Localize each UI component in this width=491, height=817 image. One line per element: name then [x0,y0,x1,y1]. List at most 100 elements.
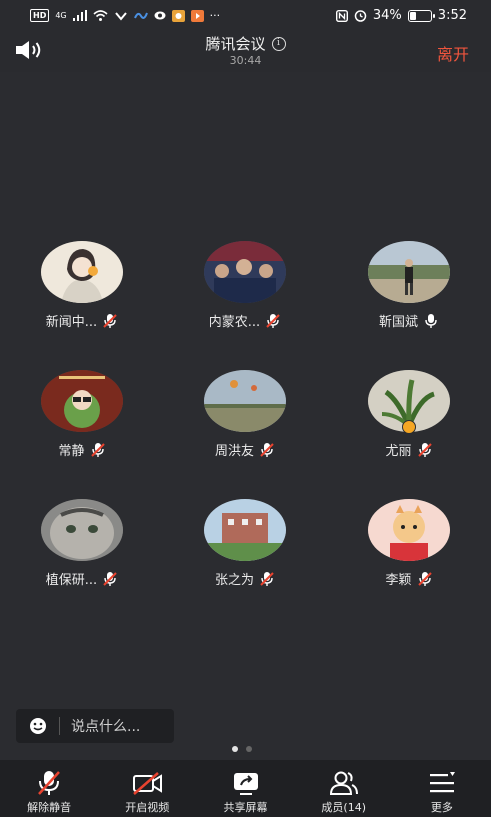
avatar-cartoon-glasses [41,370,123,432]
title-area: 腾讯会议 i 30:44 [0,34,491,68]
participant-label: 植保研... [7,569,157,588]
page-dot-2[interactable] [246,746,252,752]
participant-name: 李颖 [385,573,412,588]
meeting-timer: 30:44 [229,54,262,67]
page-dot-1[interactable] [232,746,238,752]
avatar [368,499,450,561]
participant-name: 新闻中... [45,315,98,330]
video-app-icon [190,9,204,22]
participant-tile[interactable]: 周洪友 [170,370,320,470]
participant-tile[interactable]: 张之为 [170,499,320,599]
mic-muted-icon [417,442,432,457]
signal-icon [72,10,87,21]
leave-button[interactable]: 离开 [437,41,469,65]
mic-muted-icon [266,313,280,328]
avatar-building [204,499,286,561]
alarm-icon [354,10,367,22]
avatar-group-photo [204,241,286,303]
bottom-toolbar: 解除静音 开启视频 共享屏幕 成员(14) 更多 [0,760,491,817]
members-icon [329,771,358,795]
network-type: 4G [55,11,67,20]
eye-app-icon [154,11,166,20]
participant-tile[interactable]: 新闻中... [7,241,157,341]
share-screen-icon [233,773,258,795]
avatar [204,370,286,432]
more-menu-icon [429,772,455,793]
participant-label: 靳国斌 [334,311,484,330]
start-video-label: 开启视频 [125,801,170,814]
hd-badge: HD [30,9,50,22]
mic-muted-icon [103,313,117,328]
participant-label: 常静 [7,440,157,459]
more-label: 更多 [430,801,453,814]
participant-tile[interactable]: 李颖 [334,499,484,599]
avatar-cartoon-girl [41,241,123,303]
participant-tile[interactable]: 内蒙农... [170,241,320,341]
avatar [41,241,123,303]
participant-name: 靳国斌 [378,315,418,330]
avatar-cat [41,499,123,561]
avatar-man-outdoors [368,241,450,303]
members-label: 成员(14) [321,801,366,814]
mic-muted-icon [260,442,274,457]
video-off-icon [133,772,163,795]
participant-name: 张之为 [214,573,254,588]
participant-name: 植保研... [45,573,98,588]
participant-tile[interactable]: 尤丽 [334,370,484,470]
share-screen-label: 共享屏幕 [223,801,268,814]
avatar-balloon-landscape [204,370,286,432]
chat-placeholder: 说点什么... [71,719,141,735]
mic-off-icon [38,771,61,795]
avatar [204,499,286,561]
start-video-button[interactable]: 开启视频 [98,760,196,817]
members-button[interactable]: 成员(14) [295,760,393,817]
meeting-title-text: 腾讯会议 [205,35,266,53]
avatar [368,241,450,303]
participant-tile[interactable]: 植保研... [7,499,157,599]
unmute-label: 解除静音 [27,801,72,814]
mic-muted-icon [103,571,117,586]
clock: 3:52 [437,8,467,23]
more-button[interactable]: 更多 [393,760,491,817]
battery-percent: 34% [372,8,402,23]
weibo-app-icon [171,9,185,22]
mic-muted-icon [417,571,432,586]
status-left: HD 4G ··· [30,9,220,22]
status-bar: HD 4G ··· 34% 3:52 [0,0,491,34]
meeting-header: 腾讯会议 i 30:44 离开 [0,34,491,72]
participant-label: 李颖 [334,569,484,588]
chat-divider [59,717,60,735]
wave-app-icon [133,12,148,19]
participant-label: 周洪友 [170,440,320,459]
more-status-icon: ··· [209,9,221,22]
avatar-cartoon-tiger [368,499,450,561]
participant-tile[interactable]: 靳国斌 [334,241,484,341]
hearts-icon [114,12,127,21]
participant-label: 尤丽 [334,440,484,459]
unmute-button[interactable]: 解除静音 [0,760,98,817]
avatar [204,241,286,303]
mic-muted-icon [90,442,105,457]
participant-name: 常静 [58,444,85,459]
participant-tile[interactable]: 常静 [7,370,157,470]
participant-name: 周洪友 [214,444,254,459]
participant-name: 尤丽 [385,444,412,459]
nfc-icon [335,9,348,22]
battery-fill [409,11,417,20]
info-icon[interactable]: i [271,37,286,51]
participant-label: 新闻中... [7,311,157,330]
mic-icon [425,313,437,328]
mic-muted-icon [260,571,274,586]
participant-name: 内蒙农... [208,315,261,330]
wifi-icon [93,10,108,21]
emoji-icon[interactable] [29,717,47,735]
participant-label: 内蒙农... [170,311,320,330]
meeting-title[interactable]: 腾讯会议 i [205,34,286,54]
share-screen-button[interactable]: 共享屏幕 [196,760,294,817]
battery-icon [407,9,435,22]
chat-input[interactable]: 说点什么... [16,709,174,743]
avatar [41,499,123,561]
host-badge [402,420,416,434]
avatar [41,370,123,432]
page-indicator[interactable] [232,746,252,752]
